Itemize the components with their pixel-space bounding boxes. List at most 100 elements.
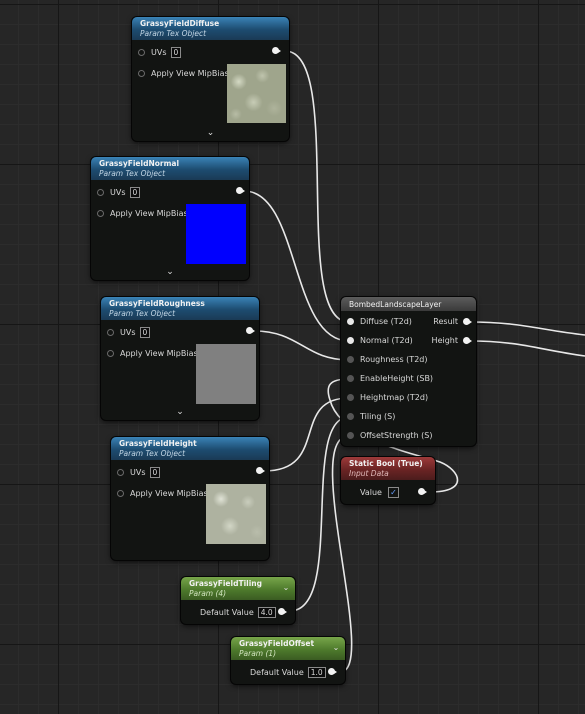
uvs-value-field[interactable]: 0 xyxy=(129,187,141,198)
uvs-input-pin[interactable] xyxy=(97,189,104,196)
node-title: BombedLandscapeLayer xyxy=(349,300,442,309)
mip-bias-input-pin[interactable] xyxy=(138,70,145,77)
uvs-value-field[interactable]: 0 xyxy=(149,467,161,478)
value-label: Value xyxy=(360,488,382,497)
node-header[interactable]: GrassyFieldRoughness Param Tex Object xyxy=(101,297,259,320)
wire-roughness xyxy=(253,330,350,361)
default-value-field[interactable]: 4.0 xyxy=(257,607,276,618)
node-header[interactable]: BombedLandscapeLayer xyxy=(341,297,476,311)
chevron-down-icon[interactable]: ⌄ xyxy=(91,267,249,277)
node-header[interactable]: GrassyFieldNormal Param Tex Object xyxy=(91,157,249,180)
mip-bias-label: Apply View MipBias xyxy=(151,69,229,78)
mip-bias-input-pin[interactable] xyxy=(117,490,124,497)
default-value-row: Default Value 4.0 xyxy=(200,607,276,618)
node-subtitle: Param (4) xyxy=(189,589,227,598)
uvs-input-pin[interactable] xyxy=(117,469,124,476)
default-value-field[interactable]: 1.0 xyxy=(307,667,326,678)
node-header[interactable]: GrassyFieldTiling Param (4) ⌄ xyxy=(181,577,295,600)
node-grassy-field-normal[interactable]: GrassyFieldNormal Param Tex Object UVs 0… xyxy=(91,157,249,280)
output-pin[interactable] xyxy=(328,668,337,675)
node-header[interactable]: GrassyFieldOffset Param (1) ⌄ xyxy=(231,637,345,660)
tiling-input-pin[interactable] xyxy=(347,413,354,420)
chevron-down-icon[interactable]: ⌄ xyxy=(101,407,259,417)
uvs-row: UVs 0 xyxy=(107,327,151,338)
input-row-normal: Normal (T2d) xyxy=(347,336,413,345)
node-grassy-field-height[interactable]: GrassyFieldHeight Param Tex Object UVs 0… xyxy=(111,437,269,560)
value-checkbox[interactable]: ✓ xyxy=(387,487,399,498)
texture-preview xyxy=(186,204,246,264)
output-pin[interactable] xyxy=(272,47,281,54)
uvs-row: UVs 0 xyxy=(138,47,182,58)
enable-height-input-pin[interactable] xyxy=(347,375,354,382)
height-output-pin[interactable] xyxy=(463,337,472,344)
uvs-input-pin[interactable] xyxy=(138,49,145,56)
mip-bias-input-pin[interactable] xyxy=(107,350,114,357)
node-title: GrassyFieldDiffuse xyxy=(140,19,220,28)
node-grassy-field-tiling[interactable]: GrassyFieldTiling Param (4) ⌄ Default Va… xyxy=(181,577,295,624)
uvs-row: UVs 0 xyxy=(117,467,161,478)
chevron-down-icon[interactable]: ⌄ xyxy=(281,583,291,593)
node-header[interactable]: GrassyFieldDiffuse Param Tex Object xyxy=(132,17,289,40)
output-pin[interactable] xyxy=(236,187,245,194)
node-grassy-field-offset[interactable]: GrassyFieldOffset Param (1) ⌄ Default Va… xyxy=(231,637,345,684)
roughness-input-pin[interactable] xyxy=(347,356,354,363)
node-bombed-landscape-layer[interactable]: BombedLandscapeLayer Diffuse (T2d) Norma… xyxy=(341,297,476,446)
default-value-row: Default Value 1.0 xyxy=(250,667,326,678)
output-pin[interactable] xyxy=(246,327,255,334)
node-grassy-field-diffuse[interactable]: GrassyFieldDiffuse Param Tex Object UVs … xyxy=(132,17,289,141)
uvs-value-field[interactable]: 0 xyxy=(139,327,151,338)
wire-normal xyxy=(243,190,350,342)
wire-height xyxy=(263,397,350,472)
output-pin[interactable] xyxy=(418,488,427,495)
node-title: GrassyFieldRoughness xyxy=(109,299,205,308)
uvs-label: UVs xyxy=(130,468,146,477)
texture-preview xyxy=(206,484,266,544)
value-row: Value ✓ xyxy=(360,487,399,498)
mip-bias-row: Apply View MipBias xyxy=(138,69,229,78)
input-label: EnableHeight (SB) xyxy=(360,374,434,383)
input-label: Heightmap (T2d) xyxy=(360,393,429,402)
chevron-down-icon[interactable]: ⌄ xyxy=(132,128,289,138)
uvs-label: UVs xyxy=(151,48,167,57)
output-label-height: Height xyxy=(431,336,458,345)
mip-bias-row: Apply View MipBias xyxy=(97,209,188,218)
input-row-offset-strength: OffsetStrength (S) xyxy=(347,431,433,440)
mip-bias-row: Apply View MipBias xyxy=(107,349,198,358)
diffuse-input-pin[interactable] xyxy=(347,318,354,325)
wire-result xyxy=(469,321,585,336)
mip-bias-label: Apply View MipBias xyxy=(130,489,208,498)
node-title: GrassyFieldNormal xyxy=(99,159,180,168)
node-header[interactable]: GrassyFieldHeight Param Tex Object xyxy=(111,437,269,460)
node-subtitle: Param Tex Object xyxy=(119,449,186,458)
output-pin[interactable] xyxy=(256,467,265,474)
normal-input-pin[interactable] xyxy=(347,337,354,344)
node-grassy-field-roughness[interactable]: GrassyFieldRoughness Param Tex Object UV… xyxy=(101,297,259,420)
input-label: Normal (T2d) xyxy=(360,336,413,345)
mip-bias-row: Apply View MipBias xyxy=(117,489,208,498)
result-output-pin[interactable] xyxy=(463,318,472,325)
mip-bias-label: Apply View MipBias xyxy=(110,209,188,218)
offset-strength-input-pin[interactable] xyxy=(347,432,354,439)
node-header[interactable]: Static Bool (True) Input Data xyxy=(341,457,435,480)
wire-diffuse xyxy=(284,50,350,323)
texture-preview xyxy=(196,344,256,404)
mip-bias-input-pin[interactable] xyxy=(97,210,104,217)
node-title: GrassyFieldTiling xyxy=(189,579,262,588)
node-subtitle: Param Tex Object xyxy=(99,169,166,178)
wire-tiling xyxy=(289,416,350,612)
uvs-input-pin[interactable] xyxy=(107,329,114,336)
uvs-label: UVs xyxy=(120,328,136,337)
node-title: GrassyFieldHeight xyxy=(119,439,197,448)
texture-preview xyxy=(227,64,286,123)
wire-height-out xyxy=(469,340,585,357)
node-static-bool[interactable]: Static Bool (True) Input Data Value ✓ xyxy=(341,457,435,504)
input-label: OffsetStrength (S) xyxy=(360,431,433,440)
heightmap-input-pin[interactable] xyxy=(347,394,354,401)
input-row-enable-height: EnableHeight (SB) xyxy=(347,374,433,383)
output-label-result: Result xyxy=(433,317,458,326)
uvs-value-field[interactable]: 0 xyxy=(170,47,182,58)
output-pin[interactable] xyxy=(278,608,287,615)
chevron-down-icon[interactable]: ⌄ xyxy=(331,643,341,653)
input-row-roughness: Roughness (T2d) xyxy=(347,355,427,364)
node-subtitle: Param Tex Object xyxy=(140,29,207,38)
